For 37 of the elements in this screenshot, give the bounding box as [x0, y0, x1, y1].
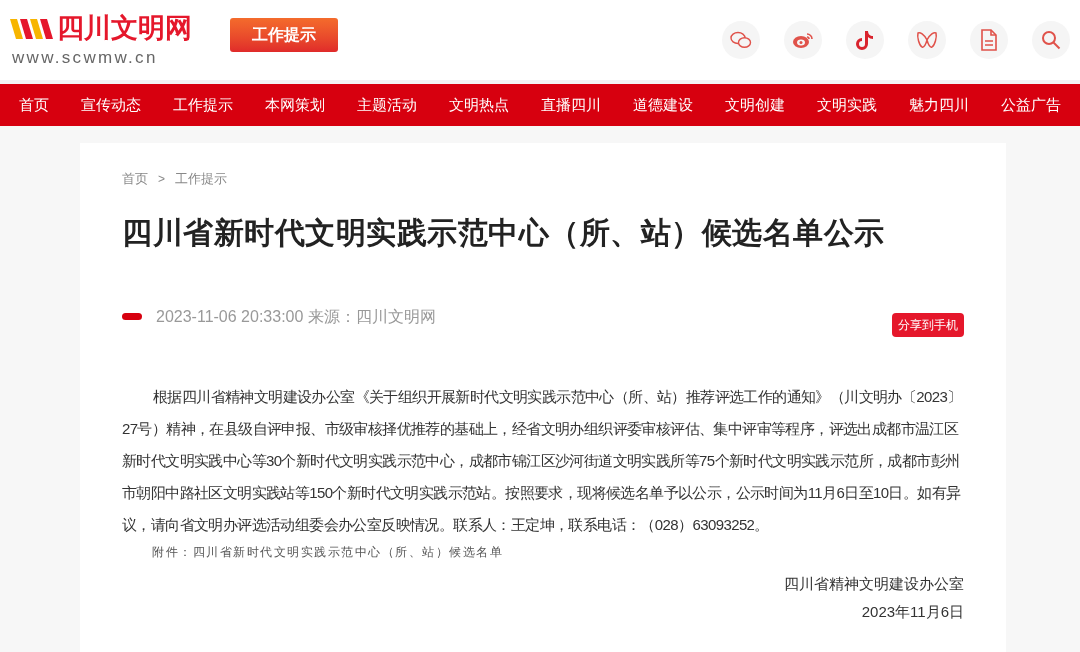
- nav-link[interactable]: 文明创建: [725, 93, 785, 117]
- search-icon: [1041, 30, 1061, 50]
- logo-url: www.scwmw.cn: [12, 48, 159, 66]
- social-button[interactable]: [722, 21, 760, 59]
- breadcrumb-separator: >: [158, 170, 165, 188]
- nav-link[interactable]: 公益广告: [1001, 93, 1061, 117]
- nav-link[interactable]: 直播四川: [541, 93, 601, 117]
- nav-link[interactable]: 主题活动: [357, 93, 417, 117]
- social-button[interactable]: [784, 21, 822, 59]
- butterfly-icon: [916, 31, 938, 49]
- document-icon: [980, 29, 998, 51]
- nav-link[interactable]: 宣传动态: [81, 93, 141, 117]
- article-paragraph: 根据四川省精神文明建设办公室《关于组织开展新时代文明实践示范中心（所、站）推荐评选工作的通知》（川文明办〔2023〕27号）精神，在县级自评申报、市级审核择优推荐的基础上，经省文明办组织评委审核评估、集中评审等程序，评选出成都市温江区新时代文明实践中心等30个新时代文明实践示范中心，成都市锦江区沙河街道文明实践所等75个新时代文明实践示范所，成都市彭州市朝阳中路社区文明实践站等150个新时代文明实践示范站。按照要求，现将候选名单予以公示，公示时间为11月6日至10日。如有异议，请向省文明办评选活动组委会办公室反映情况。联系人：王定坤，联系电话：（028）63093252。: [122, 386, 963, 535]
- nav-link[interactable]: 文明热点: [449, 93, 509, 117]
- nav-link[interactable]: 工作提示: [173, 93, 233, 117]
- music-note-icon: [856, 30, 874, 50]
- chat-bubbles-icon: [730, 31, 752, 49]
- attachment-note: 附件：四川省新时代文明实践示范中心（所、站）候选名单: [152, 543, 504, 561]
- nav-link[interactable]: 文明实践: [817, 93, 877, 117]
- nav-link[interactable]: 魅力四川: [909, 93, 969, 117]
- social-button[interactable]: [846, 21, 884, 59]
- date: 2023年11月6日: [860, 602, 964, 622]
- article-title: 四川省新时代文明实践示范中心（所、站）候选名单公示: [122, 214, 886, 251]
- nav-link[interactable]: 首页: [19, 93, 49, 117]
- pill-icon: [122, 313, 142, 320]
- breadcrumb-link[interactable]: 工作提示: [175, 169, 227, 189]
- nav-link[interactable]: 本网策划: [265, 93, 325, 117]
- section-badge: 工作提示: [230, 18, 338, 52]
- nav-link[interactable]: 道德建设: [633, 93, 693, 117]
- article-meta: 2023-11-06 20:33:00 来源：四川文明网: [156, 306, 436, 327]
- social-button[interactable]: [970, 21, 1008, 59]
- logo-title: 四川文明网: [57, 15, 192, 42]
- breadcrumb-link[interactable]: 首页: [122, 169, 148, 189]
- social-button[interactable]: [908, 21, 946, 59]
- signature: 四川省精神文明建设办公室: [783, 573, 964, 594]
- search-button[interactable]: [1032, 21, 1070, 59]
- share-button[interactable]: 分享到手机: [892, 312, 964, 337]
